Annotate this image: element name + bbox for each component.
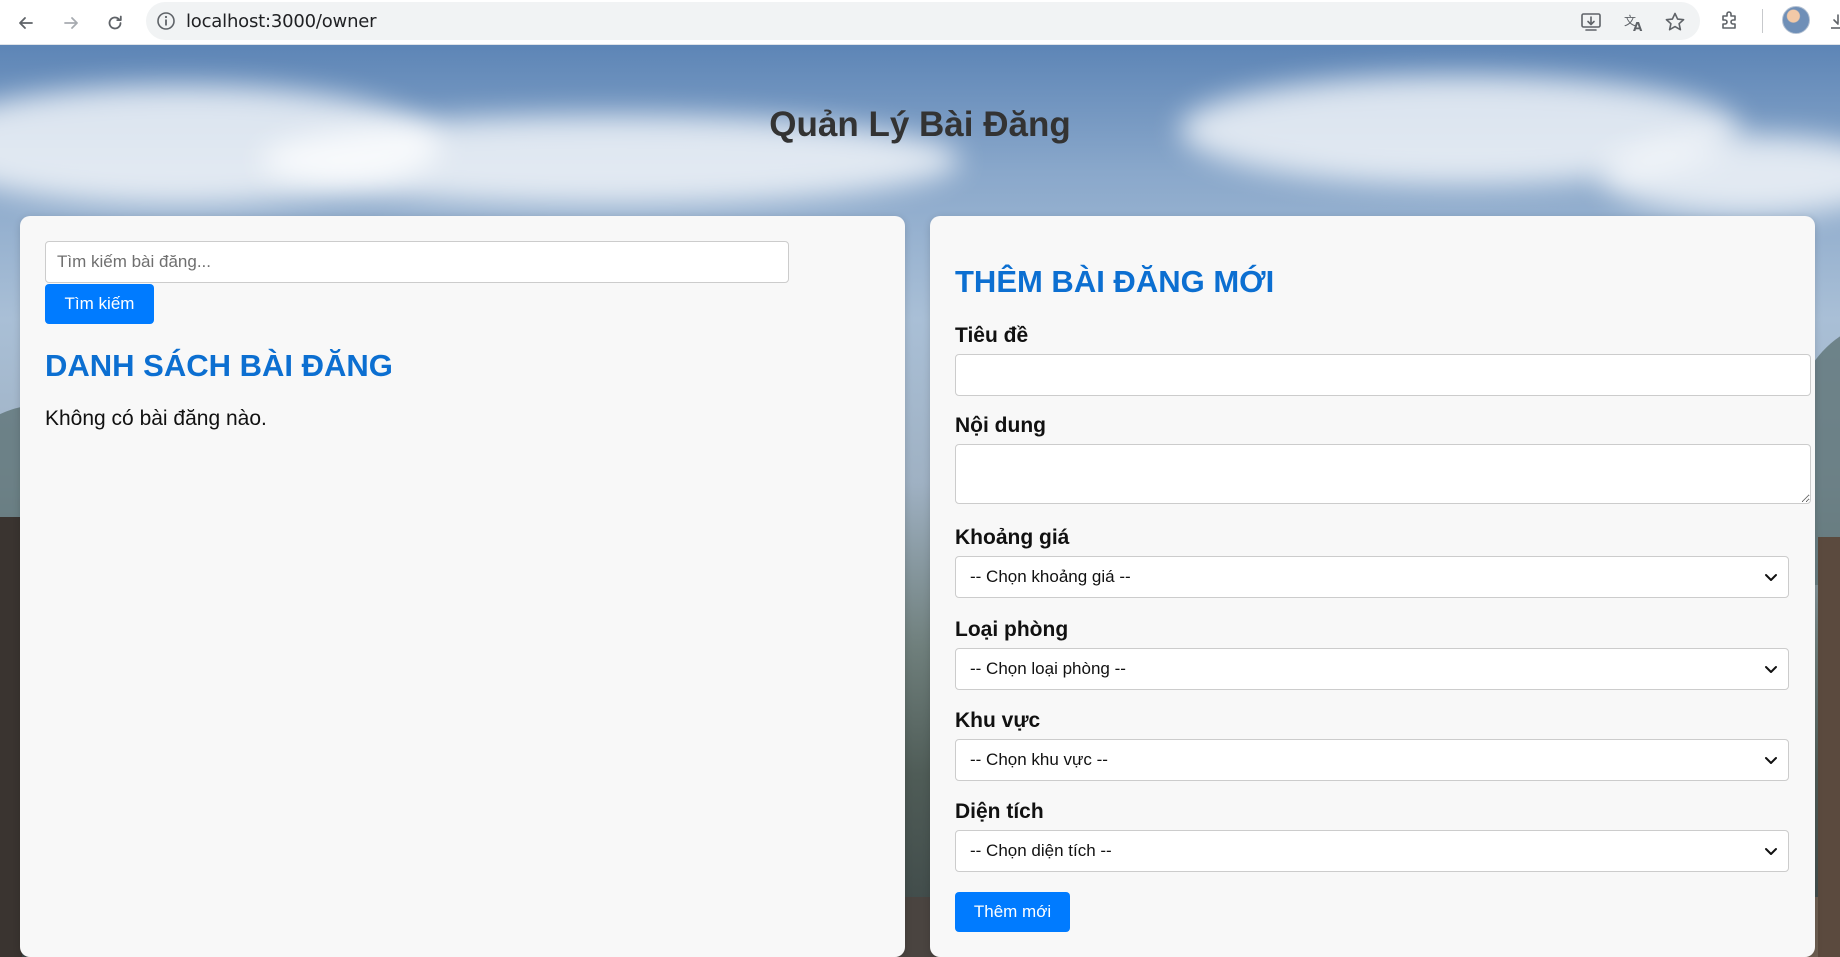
content-label: Nội dung bbox=[955, 414, 1046, 437]
page-title: Quản Lý Bài Đăng bbox=[769, 105, 1071, 144]
star-icon[interactable] bbox=[1664, 11, 1686, 33]
search-input[interactable] bbox=[45, 241, 789, 283]
chevron-down-icon bbox=[1765, 574, 1777, 581]
puzzle-icon[interactable] bbox=[1719, 9, 1741, 31]
empty-list-message: Không có bài đăng nào. bbox=[45, 407, 267, 430]
chevron-down-icon bbox=[1765, 757, 1777, 764]
room-type-label: Loại phòng bbox=[955, 618, 1069, 641]
size-label: Diện tích bbox=[955, 800, 1044, 823]
area-select[interactable]: -- Chọn khu vực -- bbox=[955, 739, 1789, 781]
post-list-heading: DANH SÁCH BÀI ĐĂNG bbox=[45, 348, 393, 383]
add-post-button[interactable]: Thêm mới bbox=[955, 892, 1070, 932]
price-range-selected: -- Chọn khoảng giá -- bbox=[970, 567, 1131, 586]
url-text[interactable]: localhost:3000/owner bbox=[186, 11, 377, 32]
area-selected: -- Chọn khu vực -- bbox=[970, 750, 1108, 769]
size-selected: -- Chọn diện tích -- bbox=[970, 841, 1112, 860]
download-icon[interactable] bbox=[1828, 11, 1840, 35]
forward-button[interactable] bbox=[54, 6, 88, 40]
title-label: Tiêu đề bbox=[955, 324, 1029, 347]
building-shape bbox=[0, 517, 22, 957]
reload-button[interactable] bbox=[98, 6, 132, 40]
room-type-selected: -- Chọn loại phòng -- bbox=[970, 659, 1126, 678]
avatar[interactable] bbox=[1782, 6, 1810, 34]
info-icon[interactable] bbox=[156, 11, 176, 31]
back-button[interactable] bbox=[9, 6, 43, 40]
chevron-down-icon bbox=[1765, 848, 1777, 855]
address-bar[interactable]: localhost:3000/owner 文A bbox=[146, 2, 1700, 40]
arrow-left-icon bbox=[19, 17, 33, 29]
price-range-label: Khoảng giá bbox=[955, 526, 1070, 549]
title-input[interactable] bbox=[955, 354, 1811, 396]
svg-text:A: A bbox=[1633, 20, 1643, 33]
install-app-icon[interactable] bbox=[1580, 11, 1602, 33]
page-background: Quản Lý Bài Đăng Tìm kiếm DANH SÁCH BÀI … bbox=[0, 45, 1840, 957]
post-list-panel: Tìm kiếm DANH SÁCH BÀI ĐĂNG Không có bài… bbox=[20, 216, 905, 957]
translate-icon[interactable]: 文A bbox=[1623, 11, 1645, 33]
arrow-right-icon bbox=[64, 17, 78, 29]
price-range-select[interactable]: -- Chọn khoảng giá -- bbox=[955, 556, 1789, 598]
size-select[interactable]: -- Chọn diện tích -- bbox=[955, 830, 1789, 872]
room-type-select[interactable]: -- Chọn loại phòng -- bbox=[955, 648, 1789, 690]
area-label: Khu vực bbox=[955, 709, 1041, 732]
content-textarea[interactable] bbox=[955, 444, 1811, 504]
building-shape bbox=[1818, 537, 1840, 957]
search-button[interactable]: Tìm kiếm bbox=[45, 284, 154, 324]
chevron-down-icon bbox=[1765, 666, 1777, 673]
browser-toolbar: localhost:3000/owner 文A bbox=[0, 0, 1840, 45]
add-post-heading: THÊM BÀI ĐĂNG MỚI bbox=[955, 264, 1275, 299]
add-post-panel: THÊM BÀI ĐĂNG MỚI Tiêu đề Nội dung Khoản… bbox=[930, 216, 1815, 957]
reload-icon bbox=[108, 15, 122, 30]
toolbar-divider bbox=[1762, 9, 1763, 33]
